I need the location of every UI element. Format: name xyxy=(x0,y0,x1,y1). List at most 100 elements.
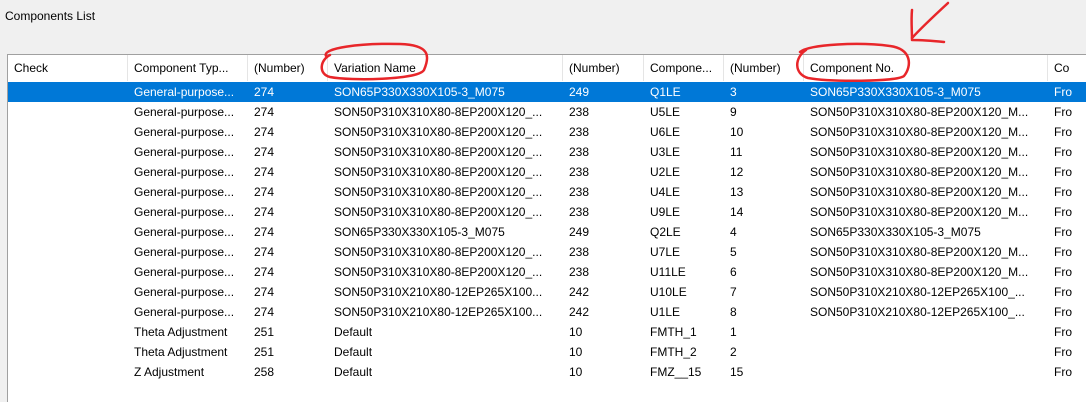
column-header-component-type[interactable]: Component Typ... xyxy=(128,55,248,81)
cell-component-number: 9 xyxy=(730,105,737,119)
cell-component: U5LE xyxy=(650,105,681,119)
cell-component: U6LE xyxy=(650,125,681,139)
cell-component-number: 1 xyxy=(730,325,737,339)
table-row[interactable]: General-purpose... 274 SON50P310X310X80-8E… xyxy=(8,142,1086,162)
cell-variation-number: 238 xyxy=(569,205,590,219)
table-row[interactable]: General-purpose... 274 SON50P310X310X80-8E… xyxy=(8,102,1086,122)
table-row[interactable]: General-purpose... 274 SON50P310X310X80-8E… xyxy=(8,262,1086,282)
cell-component-no: SON50P310X310X80-8EP200X120_M... xyxy=(810,265,1029,279)
cell-component-no: SON50P310X310X80-8EP200X120_M... xyxy=(810,245,1029,259)
cell-component-no: SON50P310X210X80-12EP265X100_... xyxy=(810,305,1025,319)
cell-component-number: 6 xyxy=(730,265,737,279)
column-header-variation-number[interactable]: (Number) xyxy=(563,55,644,81)
cell-component-type: General-purpose... xyxy=(134,305,235,319)
cell-variation-number: 249 xyxy=(569,225,590,239)
components-list-group-title: Components List xyxy=(5,9,96,23)
cell-component-number: 14 xyxy=(730,205,744,219)
cell-component-type: General-purpose... xyxy=(134,105,235,119)
cell-component-no: SON65P330X330X105-3_M075 xyxy=(810,85,981,99)
cell-variation-name: SON50P310X210X80-12EP265X100... xyxy=(334,285,543,299)
cell-component-no: SON50P310X210X80-12EP265X100_... xyxy=(810,285,1025,299)
cell-component-number: 4 xyxy=(730,225,737,239)
cell-component-no xyxy=(804,322,1048,342)
cell-co: Fro xyxy=(1054,345,1072,359)
cell-component-number: 12 xyxy=(730,165,744,179)
cell-component-no xyxy=(804,362,1048,382)
cell-check xyxy=(8,162,128,182)
column-header-component[interactable]: Compone... xyxy=(644,55,724,81)
cell-check xyxy=(8,222,128,242)
cell-type-number: 274 xyxy=(254,145,275,159)
cell-variation-number: 10 xyxy=(569,345,583,359)
column-header-component-no[interactable]: Component No. xyxy=(804,55,1048,81)
cell-component-type: General-purpose... xyxy=(134,245,235,259)
cell-variation-name: SON50P310X310X80-8EP200X120_... xyxy=(334,105,543,119)
cell-component-no: SON50P310X310X80-8EP200X120_M... xyxy=(810,145,1029,159)
cell-check xyxy=(8,142,128,162)
cell-component-type: General-purpose... xyxy=(134,145,235,159)
cell-co: Fro xyxy=(1054,325,1072,339)
table-row[interactable]: General-purpose... 274 SON50P310X210X80-12… xyxy=(8,302,1086,322)
cell-component-no xyxy=(804,342,1048,362)
cell-component: FMTH_1 xyxy=(650,325,697,339)
cell-type-number: 274 xyxy=(254,205,275,219)
cell-component-type: Theta Adjustment xyxy=(134,345,228,359)
cell-type-number: 274 xyxy=(254,185,275,199)
cell-component: U9LE xyxy=(650,205,681,219)
cell-check xyxy=(8,82,128,102)
table-row[interactable]: General-purpose... 274 SON65P330X330X105-3… xyxy=(8,222,1086,242)
cell-type-number: 274 xyxy=(254,105,275,119)
cell-component: U3LE xyxy=(650,145,681,159)
cell-type-number: 274 xyxy=(254,225,275,239)
table-row[interactable]: General-purpose... 274 SON65P330X330X105-3… xyxy=(8,82,1086,102)
table-row[interactable]: General-purpose... 274 SON50P310X310X80-8E… xyxy=(8,242,1086,262)
cell-co: Fro xyxy=(1054,225,1072,239)
cell-co: Fro xyxy=(1054,205,1072,219)
cell-component-number: 3 xyxy=(730,85,737,99)
cell-component-type: General-purpose... xyxy=(134,285,235,299)
cell-component: FMTH_2 xyxy=(650,345,697,359)
cell-component-type: General-purpose... xyxy=(134,185,235,199)
column-header-co[interactable]: Co xyxy=(1048,55,1086,81)
table-row[interactable]: General-purpose... 274 SON50P310X310X80-8E… xyxy=(8,182,1086,202)
components-list-view[interactable]: Check Component Typ... (Number) Variatio… xyxy=(7,54,1086,402)
table-row[interactable]: General-purpose... 274 SON50P310X310X80-8E… xyxy=(8,202,1086,222)
table-row[interactable]: General-purpose... 274 SON50P310X210X80-12… xyxy=(8,282,1086,302)
cell-variation-name: SON50P310X310X80-8EP200X120_... xyxy=(334,125,543,139)
cell-check xyxy=(8,122,128,142)
cell-type-number: 274 xyxy=(254,125,275,139)
cell-component: U10LE xyxy=(650,285,687,299)
cell-variation-name: SON50P310X310X80-8EP200X120_... xyxy=(334,185,543,199)
cell-check xyxy=(8,362,128,382)
cell-co: Fro xyxy=(1054,145,1072,159)
cell-variation-number: 238 xyxy=(569,145,590,159)
table-row[interactable]: General-purpose... 274 SON50P310X310X80-8E… xyxy=(8,162,1086,182)
cell-check xyxy=(8,342,128,362)
cell-type-number: 274 xyxy=(254,85,275,99)
cell-variation-name: SON50P310X310X80-8EP200X120_... xyxy=(334,245,543,259)
cell-type-number: 274 xyxy=(254,245,275,259)
column-header-check[interactable]: Check xyxy=(8,55,128,81)
cell-variation-name: SON65P330X330X105-3_M075 xyxy=(334,225,505,239)
cell-co: Fro xyxy=(1054,265,1072,279)
cell-component: U11LE xyxy=(650,265,686,279)
table-row[interactable]: Z Adjustment 258 Default 10 FMZ__15 15 Fro xyxy=(8,362,1086,382)
cell-co: Fro xyxy=(1054,85,1072,99)
column-header-variation-name[interactable]: Variation Name xyxy=(328,55,563,81)
cell-variation-name: Default xyxy=(334,325,373,339)
table-body: General-purpose... 274 SON65P330X330X105-3… xyxy=(8,82,1086,382)
cell-check xyxy=(8,102,128,122)
cell-component-type: Z Adjustment xyxy=(134,365,205,379)
cell-check xyxy=(8,302,128,322)
cell-variation-number: 249 xyxy=(569,85,590,99)
cell-component-no: SON50P310X310X80-8EP200X120_M... xyxy=(810,165,1029,179)
table-row[interactable]: Theta Adjustment 251 Default 10 FMTH_2 2 Fro xyxy=(8,342,1086,362)
table-row[interactable]: Theta Adjustment 251 Default 10 FMTH_1 1 Fro xyxy=(8,322,1086,342)
column-header-type-number[interactable]: (Number) xyxy=(248,55,328,81)
table-row[interactable]: General-purpose... 274 SON50P310X310X80-8E… xyxy=(8,122,1086,142)
cell-type-number: 251 xyxy=(254,345,275,359)
cell-component: Q1LE xyxy=(650,85,681,99)
column-header-component-number[interactable]: (Number) xyxy=(724,55,804,81)
cell-component-type: General-purpose... xyxy=(134,125,235,139)
cell-variation-number: 238 xyxy=(569,125,590,139)
